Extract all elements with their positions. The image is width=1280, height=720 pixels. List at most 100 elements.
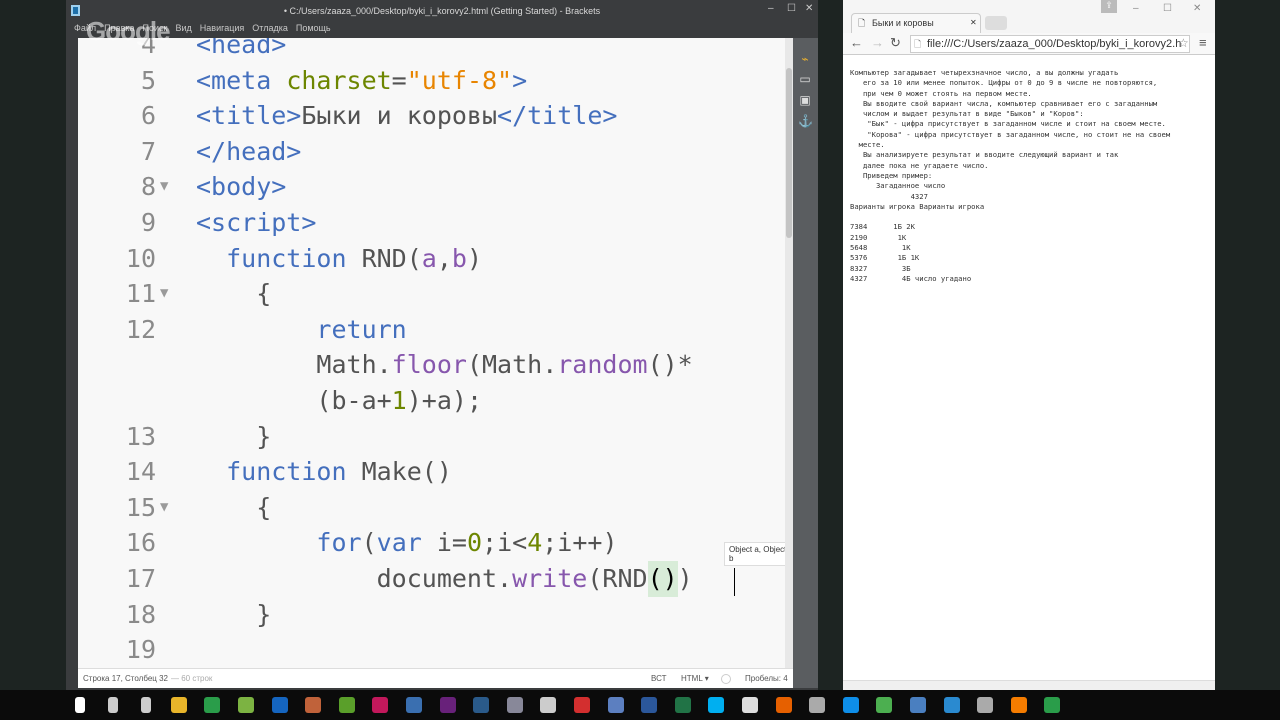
brackets-icon[interactable] xyxy=(943,697,960,713)
vertical-scrollbar[interactable] xyxy=(785,38,793,668)
xampp-icon[interactable] xyxy=(1010,697,1027,713)
fold-arrow-icon[interactable] xyxy=(156,632,196,668)
minimize-button[interactable]: – xyxy=(1133,3,1139,14)
fold-arrow-icon[interactable] xyxy=(156,98,196,134)
fold-arrow-icon[interactable] xyxy=(156,347,196,383)
chrome2-icon[interactable] xyxy=(1044,697,1061,713)
app-q-icon[interactable] xyxy=(876,697,893,713)
app-green-icon[interactable] xyxy=(338,697,355,713)
app-net-icon[interactable] xyxy=(473,697,490,713)
fold-arrow-icon[interactable] xyxy=(156,241,196,277)
horizontal-scrollbar[interactable] xyxy=(843,680,1215,690)
forward-icon[interactable]: → xyxy=(871,35,884,50)
extension-manager-icon[interactable]: ▭ xyxy=(798,72,812,86)
browser-toolbar: ← → ↻ 🗋 file:///C:/Users/zaaza_000/Deskt… xyxy=(843,33,1215,55)
chrome-window: ⇪ – ☐ ✕ 🗋 Быки и коровы ✕ ← → ↻ 🗋 file:/… xyxy=(843,0,1215,690)
code-line: 19 xyxy=(78,632,793,668)
code-token: Make() xyxy=(361,457,452,487)
app-unity-icon[interactable] xyxy=(540,697,557,713)
code-token: ;i++) xyxy=(542,528,618,558)
anchor-icon[interactable]: ⚓ xyxy=(798,114,813,128)
fold-arrow-icon[interactable] xyxy=(156,63,196,99)
fold-arrow-icon[interactable] xyxy=(156,383,196,419)
code-token: ( xyxy=(361,528,377,558)
maximize-button[interactable]: ☐ xyxy=(1163,3,1172,14)
code-token: floor xyxy=(391,350,467,380)
minimize-button[interactable]: – xyxy=(768,3,774,14)
linter-status-icon[interactable] xyxy=(721,674,731,684)
calculator-icon[interactable] xyxy=(742,697,758,713)
app-blue2-icon[interactable] xyxy=(910,697,926,713)
code-editor[interactable]: 4 <head> 5 <meta charset = "utf-8" >6 <title> Бы… xyxy=(78,38,793,668)
line-number: 18 xyxy=(125,599,156,629)
skype-icon[interactable] xyxy=(708,697,725,713)
language-select[interactable]: HTML ▾ xyxy=(681,669,709,689)
file-icon[interactable]: ▣ xyxy=(798,93,812,107)
code-line: (b-a+ 1)+a); xyxy=(78,383,793,419)
code-token: </head> xyxy=(196,136,302,166)
reload-icon[interactable]: ↻ xyxy=(890,35,901,51)
bookmark-star-icon[interactable]: ☆ xyxy=(1178,36,1189,50)
excel-icon[interactable] xyxy=(674,697,691,713)
firefox-icon[interactable] xyxy=(775,697,792,713)
insert-mode[interactable]: ВСТ xyxy=(651,669,666,689)
line-number: 7 xyxy=(140,136,156,166)
menu-item-5[interactable]: Отладка xyxy=(252,20,288,36)
fold-arrow-icon[interactable]: ▼ xyxy=(156,169,196,205)
app-brown-icon[interactable] xyxy=(305,697,322,713)
new-tab-button[interactable] xyxy=(985,16,1007,30)
windows-start-icon[interactable] xyxy=(75,697,85,713)
profile-icon[interactable]: ⇪ xyxy=(1101,0,1117,13)
menu-item-6[interactable]: Помощь xyxy=(296,20,331,36)
indent-spaces[interactable]: Пробелы: 4 xyxy=(745,669,788,689)
code-token: (b-a+ xyxy=(196,385,392,415)
close-button[interactable]: ✕ xyxy=(1193,3,1201,14)
fold-arrow-icon[interactable] xyxy=(156,134,196,170)
tab-title: Быки и коровы xyxy=(872,18,934,28)
browser-tab[interactable]: 🗋 Быки и коровы ✕ xyxy=(851,13,981,33)
app-red-icon[interactable] xyxy=(574,697,590,713)
word-icon[interactable] xyxy=(641,697,658,713)
menu-item-4[interactable]: Навигация xyxy=(200,20,244,36)
app-pink-icon[interactable] xyxy=(372,697,389,713)
fold-arrow-icon[interactable] xyxy=(156,597,196,633)
file-explorer-icon[interactable] xyxy=(170,697,187,713)
notepad-plus-icon[interactable] xyxy=(238,697,254,713)
code-token: } xyxy=(196,599,272,629)
tab-close-icon[interactable]: ✕ xyxy=(970,14,977,32)
fold-arrow-icon[interactable] xyxy=(156,205,196,241)
scrollbar-thumb[interactable] xyxy=(786,68,792,238)
line-number: 14 xyxy=(125,457,156,487)
fold-arrow-icon[interactable] xyxy=(156,525,196,561)
chrome-icon[interactable] xyxy=(204,697,221,713)
fold-arrow-icon[interactable] xyxy=(156,454,196,490)
teamviewer-icon[interactable] xyxy=(842,697,859,713)
code-token: function xyxy=(196,243,362,273)
fold-arrow-icon[interactable]: ▼ xyxy=(156,276,196,312)
code-token: <script> xyxy=(196,207,317,237)
address-bar[interactable]: 🗋 file:///C:/Users/zaaza_000/Desktop/byk… xyxy=(910,35,1190,53)
app-search-icon[interactable] xyxy=(607,697,624,713)
app-blue-icon[interactable] xyxy=(271,697,288,713)
abbyy-icon[interactable] xyxy=(406,697,422,713)
search-icon[interactable] xyxy=(108,697,118,713)
fold-arrow-icon[interactable]: ▼ xyxy=(156,490,196,526)
live-preview-icon[interactable]: ⌁ xyxy=(798,52,812,66)
visual-studio-icon[interactable] xyxy=(439,697,456,713)
app-person-icon[interactable] xyxy=(506,697,523,713)
menu-icon[interactable]: ≡ xyxy=(1199,35,1207,50)
page-content: Компьютер загадывает четырехзначное числ… xyxy=(843,55,1215,680)
code-token: Math. xyxy=(196,350,392,380)
back-icon[interactable]: ← xyxy=(850,35,863,50)
task-view-icon[interactable] xyxy=(141,697,151,713)
brackets-window: • C:/Users/zaaza_000/Desktop/byki_i_koro… xyxy=(66,0,818,690)
maximize-button[interactable]: ☐ xyxy=(787,3,796,14)
fold-arrow-icon[interactable] xyxy=(156,561,196,597)
menu-item-3[interactable]: Вид xyxy=(176,20,192,36)
app-pen-icon[interactable] xyxy=(977,697,994,713)
close-button[interactable]: ✕ xyxy=(805,3,813,14)
app-cat-icon[interactable] xyxy=(809,697,826,713)
fold-arrow-icon[interactable] xyxy=(156,419,196,455)
fold-arrow-icon[interactable] xyxy=(156,312,196,348)
code-token: write xyxy=(512,563,588,593)
